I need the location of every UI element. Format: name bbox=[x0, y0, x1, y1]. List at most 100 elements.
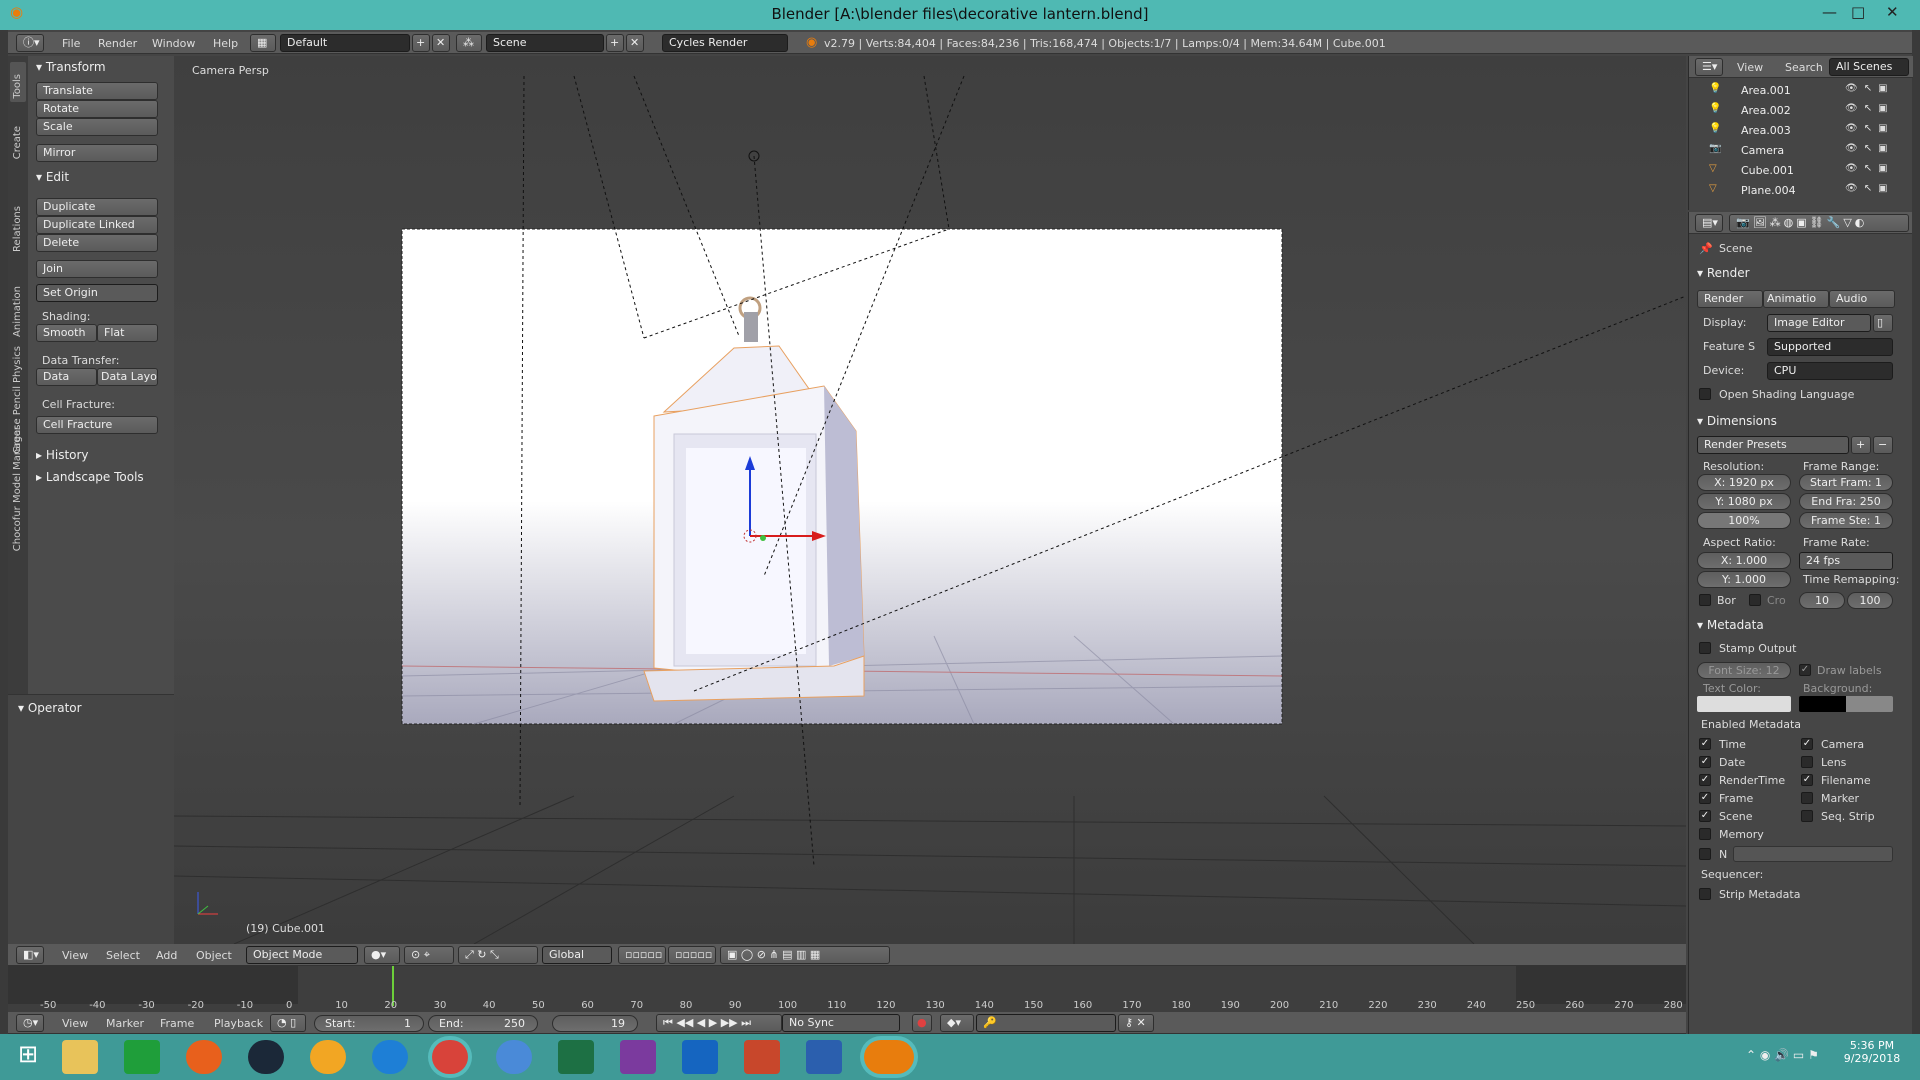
layout-icon[interactable]: ▦ bbox=[250, 34, 276, 52]
tl-menu-frame[interactable]: Frame bbox=[160, 1017, 194, 1030]
tab-tools[interactable]: Tools bbox=[12, 74, 23, 99]
outliner-item[interactable]: ▽ Plane.004 👁↖▣ bbox=[1689, 180, 1913, 200]
text-color-swatch[interactable] bbox=[1697, 696, 1791, 712]
menu-file[interactable]: File bbox=[62, 37, 80, 50]
remove-layout-button[interactable]: ✕ bbox=[432, 34, 450, 52]
menu-render[interactable]: Render bbox=[98, 37, 137, 50]
tl-menu-playback[interactable]: Playback bbox=[214, 1017, 263, 1030]
store-icon[interactable] bbox=[124, 1040, 160, 1074]
meta-lens-checkbox[interactable] bbox=[1801, 756, 1813, 768]
meta-time-checkbox[interactable]: ✓ bbox=[1699, 738, 1711, 750]
visibility-icons[interactable]: 👁↖▣ bbox=[1845, 83, 1894, 94]
duplicate-linked-button[interactable]: Duplicate Linked bbox=[36, 216, 158, 234]
remap-old-field[interactable]: 10 bbox=[1799, 592, 1845, 609]
tab-animation[interactable]: Animation bbox=[12, 286, 23, 337]
playback-controls[interactable]: ⏮ ◀◀ ◀ ▶ ▶▶ ⏭ bbox=[656, 1014, 782, 1032]
orientation-dropdown[interactable]: Global bbox=[542, 946, 612, 964]
menu-help[interactable]: Help bbox=[213, 37, 238, 50]
end-frame-field[interactable]: End: 250 bbox=[428, 1015, 538, 1032]
outliner-item[interactable]: 💡 Area.001 👁↖▣ bbox=[1689, 80, 1913, 100]
onenote-icon[interactable] bbox=[620, 1040, 656, 1074]
editor-type-button[interactable]: ◧▾ bbox=[16, 946, 44, 964]
join-button[interactable]: Join bbox=[36, 260, 158, 278]
outliner[interactable]: ☰▾ View Search All Scenes 💡 Area.001 👁↖▣ 💡 A… bbox=[1688, 56, 1913, 210]
info-editor-icon[interactable]: ⓘ▾ bbox=[16, 34, 44, 52]
data-layout-button[interactable]: Data Layo bbox=[97, 368, 158, 386]
remove-scene-button[interactable]: ✕ bbox=[626, 34, 644, 52]
pin-icon[interactable]: 📌 bbox=[1699, 242, 1713, 255]
delete-button[interactable]: Delete bbox=[36, 234, 158, 252]
excel-icon[interactable] bbox=[558, 1040, 594, 1074]
outliner-search-menu[interactable]: Search bbox=[1785, 61, 1823, 74]
keying-set-field[interactable]: 🔑 bbox=[976, 1014, 1116, 1032]
osl-checkbox[interactable] bbox=[1699, 388, 1711, 400]
translate-button[interactable]: Translate bbox=[36, 82, 158, 100]
flat-button[interactable]: Flat bbox=[97, 324, 158, 342]
render-engine-dropdown[interactable]: Cycles Render bbox=[662, 34, 788, 52]
tab-create[interactable]: Create bbox=[12, 126, 23, 159]
remap-new-field[interactable]: 100 bbox=[1847, 592, 1893, 609]
display-lock-button[interactable]: ▯ bbox=[1873, 314, 1893, 332]
start-frame-prop[interactable]: Start Fram: 1 bbox=[1799, 474, 1893, 491]
crop-checkbox[interactable] bbox=[1749, 594, 1761, 606]
font-size-field[interactable]: Font Size: 12 bbox=[1697, 662, 1791, 679]
set-origin-dropdown[interactable]: Set Origin bbox=[36, 284, 158, 302]
word-icon[interactable] bbox=[806, 1040, 842, 1074]
minimize-button[interactable]: — bbox=[1822, 3, 1837, 21]
outliner-item[interactable]: 💡 Area.002 👁↖▣ bbox=[1689, 100, 1913, 120]
3d-viewport[interactable]: Camera Persp (19) Cube.001 bbox=[174, 56, 1686, 944]
aspect-y-field[interactable]: Y: 1.000 bbox=[1697, 571, 1791, 588]
panel-dimensions-header[interactable]: ▾ Dimensions bbox=[1697, 414, 1777, 428]
steam-icon[interactable] bbox=[248, 1040, 284, 1074]
snap-render-buttons[interactable]: ▣ ◯ ⊘ ⋔ ▤ ▥ ▦ bbox=[720, 946, 890, 964]
close-button[interactable]: ✕ bbox=[1886, 3, 1899, 21]
mirror-button[interactable]: Mirror bbox=[36, 144, 158, 162]
insert-delete-keyframe-buttons[interactable]: ⚷ ✕ bbox=[1118, 1014, 1154, 1032]
panel-history-header[interactable]: ▸ History bbox=[36, 448, 89, 462]
menu-window[interactable]: Window bbox=[152, 37, 195, 50]
layers-grid-2[interactable]: ▫▫▫▫▫ bbox=[668, 946, 716, 964]
maximize-button[interactable]: □ bbox=[1851, 3, 1865, 21]
properties-editor-button[interactable]: ▤▾ bbox=[1695, 214, 1723, 232]
meta-frame-checkbox[interactable]: ✓ bbox=[1699, 792, 1711, 804]
panel-edit-header[interactable]: ▾ Edit bbox=[36, 170, 69, 184]
outlook-icon[interactable] bbox=[682, 1040, 718, 1074]
render-button[interactable]: Render bbox=[1697, 290, 1763, 308]
end-frame-prop[interactable]: End Fra: 250 bbox=[1799, 493, 1893, 510]
layers-grid-1[interactable]: ▫▫▫▫▫ bbox=[618, 946, 666, 964]
panel-render-header[interactable]: ▾ Render bbox=[1697, 266, 1750, 280]
tab-relations[interactable]: Relations bbox=[12, 206, 23, 252]
chrome-app-icon[interactable] bbox=[496, 1040, 532, 1074]
cell-fracture-button[interactable]: Cell Fracture bbox=[36, 416, 158, 434]
background-color-swatch[interactable] bbox=[1799, 696, 1893, 712]
tab-physics[interactable]: Physics bbox=[12, 346, 23, 383]
draw-labels-checkbox[interactable]: ✓ bbox=[1799, 664, 1811, 676]
outliner-editor-button[interactable]: ☰▾ bbox=[1695, 58, 1723, 76]
mode-dropdown[interactable]: Object Mode bbox=[246, 946, 358, 964]
menu-select[interactable]: Select bbox=[106, 949, 140, 962]
resolution-y-field[interactable]: Y: 1080 px bbox=[1697, 493, 1791, 510]
meta-scene-checkbox[interactable]: ✓ bbox=[1699, 810, 1711, 822]
tl-menu-view[interactable]: View bbox=[62, 1017, 88, 1030]
shading-mode-button[interactable]: ●▾ bbox=[364, 946, 400, 964]
scene-icon[interactable]: ⁂ bbox=[456, 34, 482, 52]
outliner-view-menu[interactable]: View bbox=[1737, 61, 1763, 74]
file-explorer-icon[interactable] bbox=[62, 1040, 98, 1074]
visibility-icons[interactable]: 👁↖▣ bbox=[1845, 143, 1894, 154]
tl-menu-marker[interactable]: Marker bbox=[106, 1017, 144, 1030]
audio-button[interactable]: Audio bbox=[1829, 290, 1895, 308]
meta-camera-checkbox[interactable]: ✓ bbox=[1801, 738, 1813, 750]
meta-seqstrip-checkbox[interactable] bbox=[1801, 810, 1813, 822]
scale-button[interactable]: Scale bbox=[36, 118, 158, 136]
add-scene-button[interactable]: + bbox=[606, 34, 624, 52]
powerpoint-icon[interactable] bbox=[744, 1040, 780, 1074]
chrome-icon[interactable] bbox=[432, 1040, 468, 1074]
blender-taskbar-icon[interactable] bbox=[864, 1040, 914, 1074]
render-presets-dropdown[interactable]: Render Presets bbox=[1697, 436, 1849, 454]
sync-dropdown[interactable]: No Sync bbox=[782, 1014, 900, 1032]
outliner-item[interactable]: 💡 Area.003 👁↖▣ bbox=[1689, 120, 1913, 140]
menu-object[interactable]: Object bbox=[196, 949, 232, 962]
frame-rate-dropdown[interactable]: 24 fps bbox=[1799, 552, 1893, 570]
layout-dropdown[interactable]: Default bbox=[280, 34, 410, 52]
note-text-field[interactable] bbox=[1733, 846, 1893, 862]
